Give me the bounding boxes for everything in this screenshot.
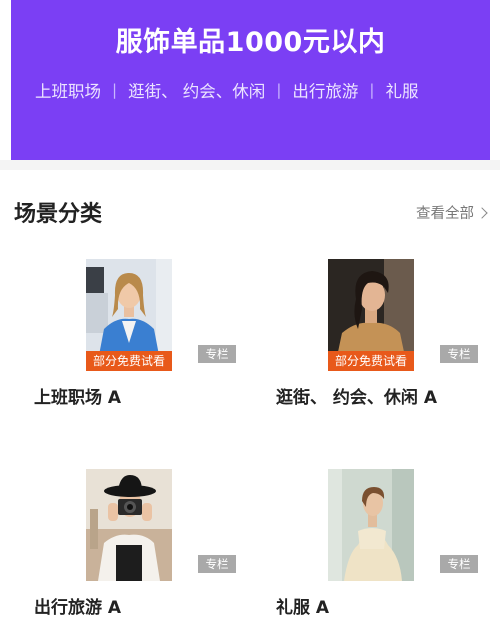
see-all-label: 查看全部 bbox=[416, 206, 474, 222]
banner-category-gown[interactable]: 礼服 bbox=[385, 78, 418, 102]
card-title: 逛街、 约会、休闲 A bbox=[276, 388, 437, 408]
section-divider bbox=[0, 160, 500, 170]
banner-category-leisure[interactable]: 逛街、 约会、休闲 bbox=[128, 78, 265, 102]
column-tag: 专栏 bbox=[198, 345, 236, 363]
scene-card-gown[interactable]: 专栏 礼服 A bbox=[276, 469, 500, 639]
column-tag: 专栏 bbox=[198, 555, 236, 573]
free-preview-badge: 部分免费试看 bbox=[86, 351, 172, 371]
scene-card-office[interactable]: 部分免费试看 专栏 上班职场 A bbox=[34, 259, 264, 429]
banner-title: 服饰单品1000元以内 bbox=[115, 27, 386, 58]
banner-categories: 上班职场 | 逛街、 约会、休闲 | 出行旅游 | 礼服 bbox=[35, 78, 480, 102]
promo-banner[interactable]: 服饰单品1000元以内 上班职场 | 逛街、 约会、休闲 | 出行旅游 | 礼服 bbox=[11, 0, 490, 160]
section-title: 场景分类 bbox=[14, 202, 103, 227]
banner-category-office[interactable]: 上班职场 bbox=[35, 78, 101, 102]
card-title: 出行旅游 A bbox=[34, 598, 122, 618]
divider: | bbox=[369, 81, 375, 99]
divider: | bbox=[276, 81, 282, 99]
woman-in-camel-top-photo: 部分免费试看 bbox=[328, 259, 414, 371]
free-preview-badge: 部分免费试看 bbox=[328, 351, 414, 371]
woman-in-blue-blazer-photo: 部分免费试看 bbox=[86, 259, 172, 371]
scene-card-travel[interactable]: 专栏 出行旅游 A bbox=[34, 469, 264, 639]
divider: | bbox=[112, 81, 118, 99]
card-title: 上班职场 A bbox=[34, 388, 122, 408]
scene-card-leisure[interactable]: 部分免费试看 专栏 逛街、 约会、休闲 A bbox=[276, 259, 500, 429]
column-tag: 专栏 bbox=[440, 555, 478, 573]
woman-with-camera-photo bbox=[86, 469, 172, 581]
column-tag: 专栏 bbox=[440, 345, 478, 363]
see-all-link[interactable]: 查看全部 bbox=[416, 202, 488, 223]
banner-category-travel[interactable]: 出行旅游 bbox=[292, 78, 358, 102]
chevron-right-icon bbox=[476, 206, 488, 219]
woman-in-cream-gown-photo bbox=[328, 469, 414, 581]
card-title: 礼服 A bbox=[276, 598, 330, 618]
